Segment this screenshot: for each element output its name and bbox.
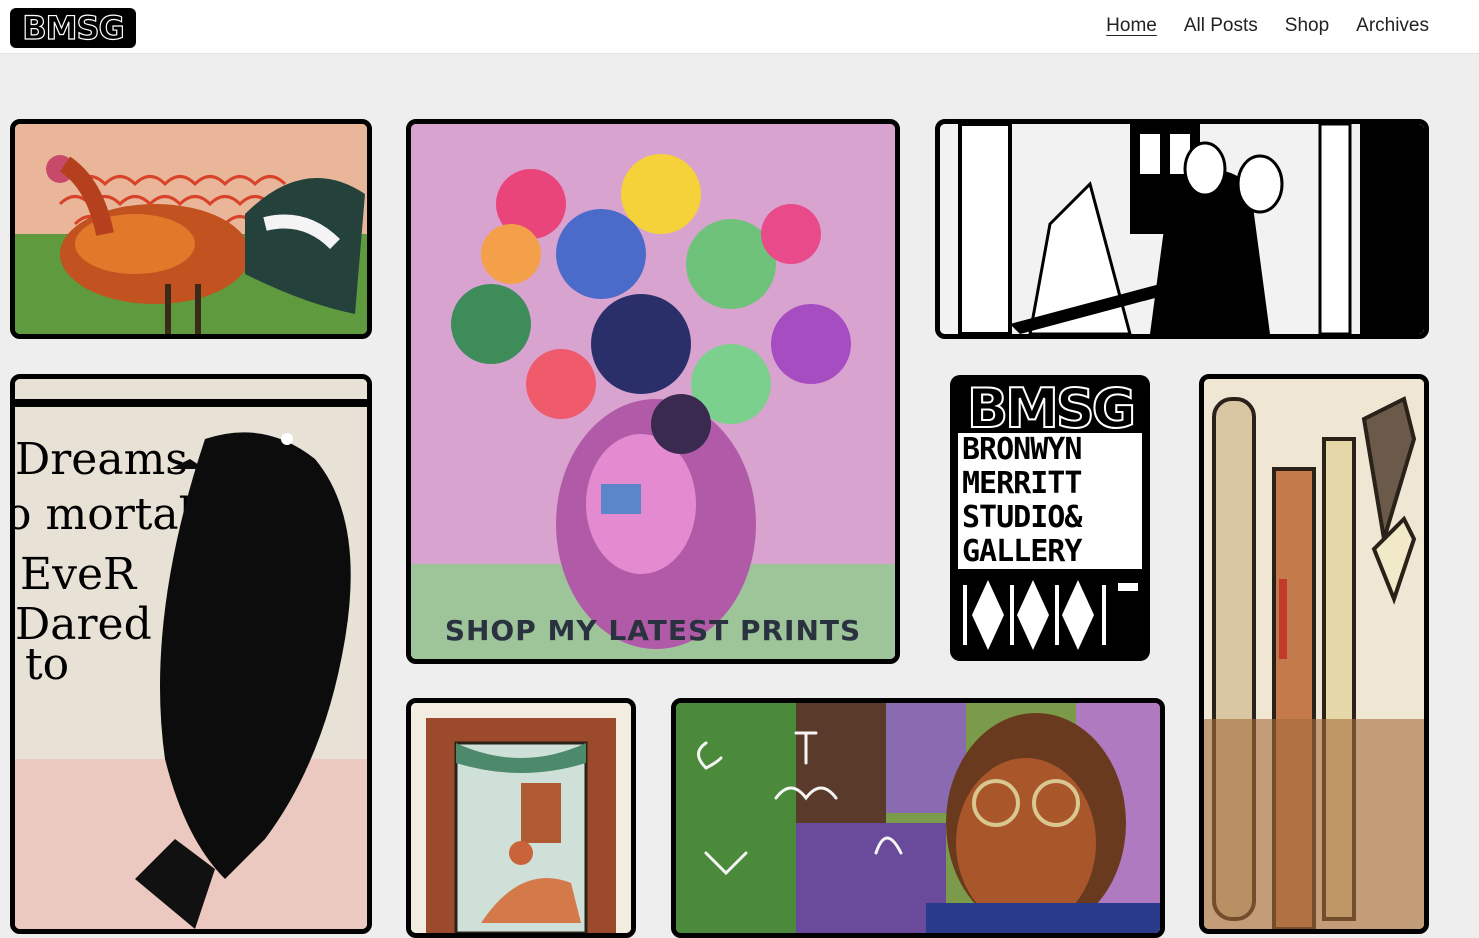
rooster-painting-tile[interactable] bbox=[10, 119, 372, 339]
great-things-portrait-tile[interactable] bbox=[671, 698, 1165, 938]
studio-name-line: BRONWYN bbox=[962, 432, 1082, 467]
tools-fleur-icon bbox=[963, 580, 1138, 650]
site-header: BMSG Home All Posts Shop Archives bbox=[0, 0, 1479, 54]
linocut-couple-tile[interactable] bbox=[935, 119, 1429, 339]
linocut-couple-image bbox=[940, 124, 1424, 334]
studio-logo-card[interactable]: BMSG BRONWYN MERRITT STUDIO& GALLERY bbox=[950, 375, 1150, 661]
shop-prints-tile[interactable]: SHOP MY LATEST PRINTS bbox=[406, 119, 900, 664]
studio-name-line: MERRITT bbox=[962, 466, 1082, 501]
window-print-tile[interactable] bbox=[406, 698, 636, 938]
raven-image: Dreams o mortal EveR Dared to bbox=[15, 379, 367, 929]
svg-text:to: to bbox=[25, 639, 69, 690]
nav-archives[interactable]: Archives bbox=[1356, 15, 1429, 37]
flower-vase-image bbox=[411, 124, 895, 659]
svg-text:o mortal: o mortal bbox=[15, 489, 193, 540]
studio-logo-monogram: BMSG bbox=[966, 377, 1137, 440]
site-logo[interactable]: BMSG bbox=[10, 8, 136, 48]
nav-shop[interactable]: Shop bbox=[1285, 15, 1329, 37]
studio-name-line: STUDIO& bbox=[962, 500, 1082, 535]
window-reader-image bbox=[411, 703, 631, 933]
rooster-image bbox=[15, 124, 367, 334]
nav-home[interactable]: Home bbox=[1106, 15, 1157, 37]
studio-name-block: BRONWYN MERRITT STUDIO& GALLERY bbox=[958, 433, 1142, 569]
studio-name-line: GALLERY bbox=[962, 534, 1082, 569]
raven-print-tile[interactable]: Dreams o mortal EveR Dared to bbox=[10, 374, 372, 934]
nav-all-posts[interactable]: All Posts bbox=[1184, 15, 1258, 37]
svg-text:Dreams: Dreams bbox=[15, 434, 188, 485]
great-things-portrait-image bbox=[676, 703, 1160, 933]
svg-text:EveR: EveR bbox=[20, 549, 138, 600]
shop-prints-caption: SHOP MY LATEST PRINTS bbox=[444, 614, 862, 647]
paintbrushes-image bbox=[1204, 379, 1424, 929]
main-nav: Home All Posts Shop Archives bbox=[1106, 15, 1429, 37]
paintbrushes-tile[interactable] bbox=[1199, 374, 1429, 934]
